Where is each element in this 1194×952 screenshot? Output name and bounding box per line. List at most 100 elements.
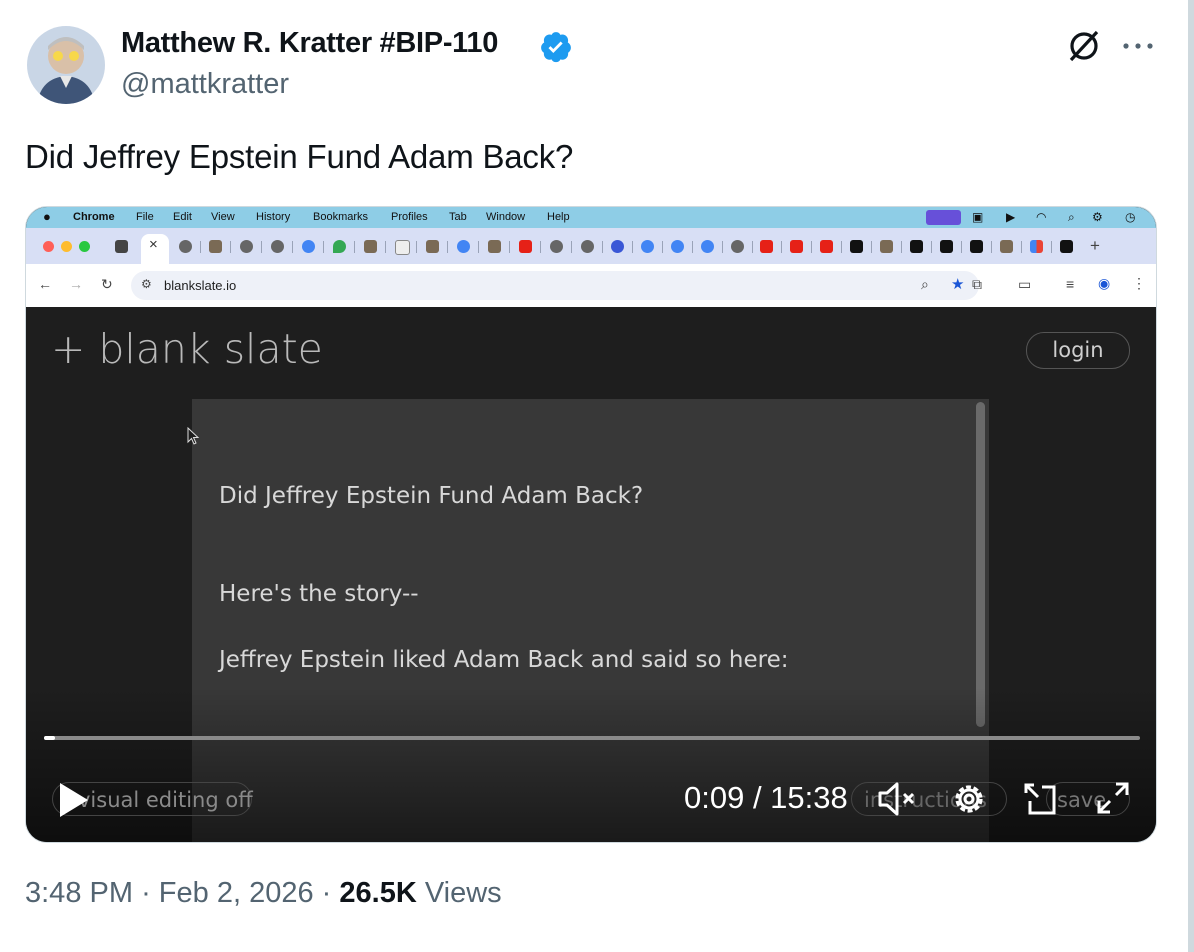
- url-text[interactable]: blankslate.io: [164, 278, 236, 293]
- tweet-text: Did Jeffrey Epstein Fund Adam Back?: [25, 138, 574, 175]
- youtube-tab-icon[interactable]: [790, 240, 803, 253]
- video-player[interactable]: ● Chrome File Edit View History Bookmark…: [25, 206, 1157, 843]
- book-tab-icon[interactable]: [364, 240, 377, 253]
- tab-separator: [385, 241, 386, 253]
- book-tab-icon[interactable]: [880, 240, 893, 253]
- meta-separator: ·: [141, 877, 151, 909]
- site-settings-icon[interactable]: ⚙: [141, 277, 152, 291]
- blue-circle-tab-icon[interactable]: [611, 240, 624, 253]
- mac-menu-bar: ● Chrome File Edit View History Bookmark…: [26, 207, 1156, 228]
- globe-tab-icon[interactable]: [581, 240, 594, 253]
- forward-arrow-icon[interactable]: →: [69, 276, 83, 292]
- video-progress-fill: [44, 736, 55, 740]
- login-button[interactable]: login: [1026, 332, 1130, 369]
- google-tab-icon[interactable]: [671, 240, 684, 253]
- menu-profiles: Profiles: [391, 211, 428, 223]
- meta-separator: ·: [321, 877, 332, 909]
- google-tab-icon[interactable]: [457, 240, 470, 253]
- x-tab-icon[interactable]: [910, 240, 923, 253]
- control-center-icon: ⚙: [1092, 210, 1103, 224]
- verified-badge-icon[interactable]: [539, 30, 573, 64]
- tab-search-icon[interactable]: ▭: [1018, 276, 1031, 293]
- chrome-menu-icon[interactable]: ⋮: [1132, 275, 1146, 292]
- author-handle[interactable]: @mattkratter: [121, 68, 289, 101]
- more-options-icon[interactable]: [1120, 36, 1156, 56]
- spotlight-search-icon: ⌕: [1068, 210, 1075, 224]
- bookmark-star-icon[interactable]: ★: [951, 275, 964, 293]
- google-tab-icon[interactable]: [302, 240, 315, 253]
- book-tab-icon[interactable]: [488, 240, 501, 253]
- menu-edit: Edit: [173, 211, 192, 223]
- site-logo[interactable]: + blank slate: [51, 325, 323, 373]
- x-tab-icon[interactable]: [1060, 240, 1073, 253]
- globe-tab-icon[interactable]: [731, 240, 744, 253]
- play-status-icon: ▶: [1006, 210, 1016, 224]
- back-arrow-icon[interactable]: ←: [38, 276, 52, 292]
- address-bar[interactable]: ⚙ blankslate.io ⌕ ★: [131, 271, 979, 300]
- tab-separator: [354, 241, 355, 253]
- editor-line: Did Jeffrey Epstein Fund Adam Back?: [219, 483, 644, 509]
- active-tab[interactable]: ×: [141, 234, 169, 264]
- avatar-image: [27, 26, 105, 104]
- maps-tab-icon[interactable]: [333, 240, 346, 253]
- tab-separator: [323, 241, 324, 253]
- globe-tab-icon[interactable]: [271, 240, 284, 253]
- play-icon[interactable]: [57, 781, 91, 819]
- views-count[interactable]: 26.5K: [339, 877, 416, 909]
- zoom-icon[interactable]: ⌕: [921, 276, 929, 293]
- window-minimize-button[interactable]: [61, 241, 72, 252]
- youtube-tab-icon[interactable]: [760, 240, 773, 253]
- mute-icon[interactable]: [876, 779, 918, 819]
- window-close-button[interactable]: [43, 241, 54, 252]
- settings-gear-icon[interactable]: [949, 779, 989, 819]
- video-time: 0:09 / 15:38: [684, 780, 848, 815]
- book-tab-icon[interactable]: [209, 240, 222, 253]
- tab-close-icon[interactable]: ×: [149, 236, 158, 253]
- tab-separator: [632, 241, 633, 253]
- tab-separator: [292, 241, 293, 253]
- page-edge-divider: [1188, 0, 1194, 952]
- globe-tab-icon[interactable]: [240, 240, 253, 253]
- menu-window: Window: [486, 211, 526, 223]
- menu-view: View: [211, 211, 235, 223]
- wikipedia-tab-icon[interactable]: [395, 240, 410, 255]
- globe-tab-icon[interactable]: [550, 240, 563, 253]
- editor-line: Here's the story--: [219, 581, 419, 607]
- avatar[interactable]: [27, 26, 105, 104]
- menu-app-name: Chrome: [73, 211, 115, 223]
- x-tab-icon[interactable]: [850, 240, 863, 253]
- youtube-tab-icon[interactable]: [519, 240, 532, 253]
- x-tab-icon[interactable]: [940, 240, 953, 253]
- editor-line: Jeffrey Epstein liked Adam Back and said…: [219, 647, 789, 673]
- grok-icon[interactable]: [1066, 28, 1102, 64]
- tweet-time[interactable]: 3:48 PM: [25, 877, 133, 909]
- mouse-cursor-icon: [187, 427, 200, 445]
- tweet-date[interactable]: Feb 2, 2026: [159, 877, 314, 909]
- tab-separator: [781, 241, 782, 253]
- extensions-icon[interactable]: ⧉: [972, 276, 982, 293]
- clock-status-icon: ◷: [1125, 210, 1136, 224]
- tab-separator: [602, 241, 603, 253]
- editor-scrollbar[interactable]: [976, 402, 985, 727]
- video-controls-overlay: [26, 687, 1156, 842]
- picture-in-picture-icon[interactable]: [1022, 781, 1058, 817]
- fullscreen-icon[interactable]: [1096, 781, 1130, 815]
- google-tab-icon[interactable]: [701, 240, 714, 253]
- office-tab-icon[interactable]: [1030, 240, 1043, 253]
- reload-icon[interactable]: ↻: [101, 276, 113, 293]
- x-tab-icon[interactable]: [970, 240, 983, 253]
- youtube-tab-icon[interactable]: [820, 240, 833, 253]
- video-progress-bar[interactable]: [44, 736, 1140, 740]
- book-tab-icon[interactable]: [1000, 240, 1013, 253]
- menu-help: Help: [547, 211, 570, 223]
- profile-icon[interactable]: ◉: [1098, 275, 1110, 292]
- tab-favicon-icon[interactable]: [115, 240, 128, 253]
- window-zoom-button[interactable]: [79, 241, 90, 252]
- globe-tab-icon[interactable]: [179, 240, 192, 253]
- new-tab-button[interactable]: +: [1090, 236, 1100, 256]
- tab-separator: [931, 241, 932, 253]
- author-name[interactable]: Matthew R. Kratter #BIP-110: [121, 27, 498, 60]
- media-controls-icon[interactable]: ≡: [1066, 276, 1074, 292]
- google-tab-icon[interactable]: [641, 240, 654, 253]
- book-tab-icon[interactable]: [426, 240, 439, 253]
